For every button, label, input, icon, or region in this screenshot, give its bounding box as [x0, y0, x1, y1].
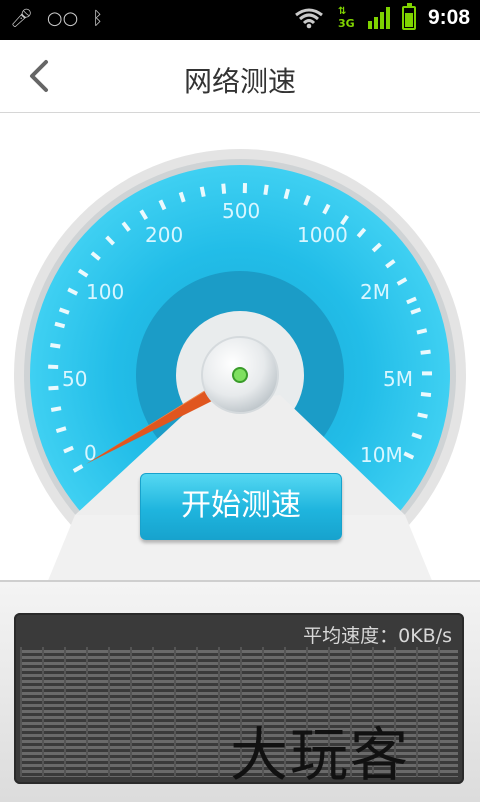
dial-tick [50, 345, 60, 347]
battery-icon [402, 6, 416, 30]
dial-tick [56, 428, 66, 431]
dial-tick [55, 324, 65, 327]
wifi-icon [294, 7, 324, 29]
dial-tick [265, 185, 266, 195]
network-type-label: 3G [338, 17, 355, 30]
mic-muted-icon: 🎤︎ [10, 9, 33, 29]
header: 网络测速 [0, 40, 480, 113]
tick-label-100: 100 [86, 280, 124, 304]
start-speed-test-button[interactable]: 开始测速 [140, 473, 342, 540]
average-speed: 平均速度：0KB/s [303, 621, 452, 648]
cell-signal-icon [368, 7, 390, 29]
dial-tick [223, 184, 224, 194]
dial-tick [51, 408, 61, 410]
tick-label-200: 200 [145, 223, 183, 247]
dial-tick [417, 330, 427, 332]
tick-label-5m: 5M [383, 367, 413, 391]
clock: 9:08 [428, 6, 470, 30]
dial-tick [48, 388, 58, 389]
tick-label-1000: 1000 [297, 223, 348, 247]
page-title: 网络测速 [0, 60, 480, 100]
dial-tick [421, 394, 431, 395]
status-bar: 🎤︎ ○○ ᛒ ⇅ 3G 9:08 [0, 0, 480, 40]
tick-label-10m: 10M [360, 443, 403, 467]
tick-label-2m: 2M [360, 280, 390, 304]
dial-tick [421, 352, 431, 353]
voicemail-icon: ○○ [47, 9, 78, 29]
dial-tick [202, 187, 204, 197]
tick-label-500: 500 [222, 199, 260, 223]
dial-tick [418, 414, 428, 416]
dial-tick [286, 189, 289, 199]
watermark: 大玩客 [230, 708, 410, 792]
tick-label-0: 0 [84, 441, 97, 465]
bluetooth-icon: ᛒ [92, 9, 103, 29]
3g-signal-icon: ⇅ 3G [336, 6, 356, 30]
tick-label-50: 50 [62, 367, 87, 391]
